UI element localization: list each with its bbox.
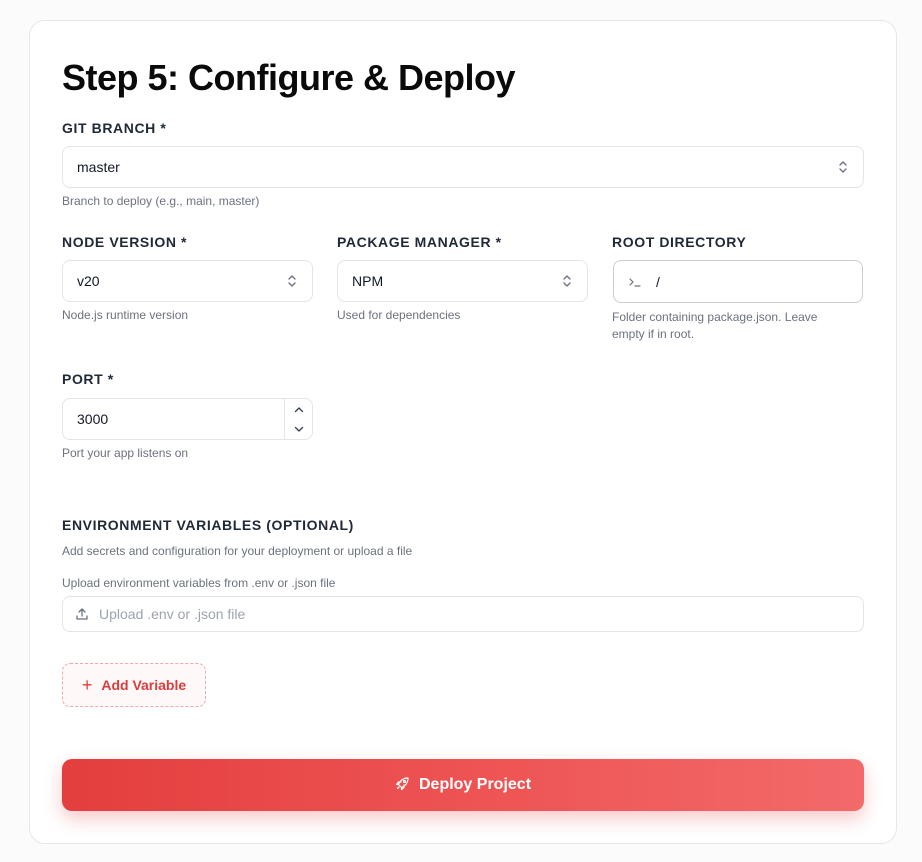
package-manager-value: NPM [352, 273, 384, 289]
port-increment-button[interactable] [285, 399, 312, 419]
node-version-select[interactable]: v20 [62, 260, 313, 302]
git-branch-label: GIT BRANCH * [62, 120, 167, 136]
deploy-config-card: Step 5: Configure & Deploy GIT BRANCH * … [29, 20, 897, 844]
env-upload-placeholder: Upload .env or .json file [99, 606, 246, 622]
node-version-value: v20 [77, 273, 100, 289]
port-decrement-button[interactable] [285, 419, 312, 439]
root-directory-help: Folder containing package.json. Leave em… [612, 310, 818, 341]
plus-icon: + [81, 675, 93, 695]
chevron-up-down-icon [561, 273, 573, 289]
add-variable-label: Add Variable [101, 677, 187, 693]
chevron-up-down-icon [837, 159, 849, 175]
upload-icon [75, 607, 89, 621]
package-manager-help: Used for dependencies [337, 308, 461, 322]
chevron-down-icon [294, 426, 303, 432]
root-directory-input[interactable]: / [613, 260, 863, 303]
package-manager-select[interactable]: NPM [337, 260, 588, 302]
port-help: Port your app listens on [62, 446, 189, 460]
git-branch-value: master [77, 159, 120, 175]
port-input[interactable]: 3000 [62, 398, 313, 440]
terminal-prompt-icon [628, 275, 642, 289]
env-upload-label: Upload environment variables from .env o… [62, 576, 336, 590]
deploy-project-button[interactable]: Deploy Project [62, 759, 864, 811]
chevron-up-down-icon [286, 273, 298, 289]
page-title: Step 5: Configure & Deploy [62, 57, 516, 98]
port-label: PORT * [62, 371, 114, 387]
rocket-icon [395, 776, 410, 791]
git-branch-help: Branch to deploy (e.g., main, master) [62, 194, 260, 208]
package-manager-label: PACKAGE MANAGER * [337, 234, 502, 250]
chevron-up-icon [294, 406, 303, 412]
env-vars-description: Add secrets and configuration for your d… [62, 544, 413, 558]
add-variable-button[interactable]: + Add Variable [62, 663, 206, 707]
git-branch-select[interactable]: master [62, 146, 864, 188]
node-version-help: Node.js runtime version [62, 308, 189, 322]
deploy-project-label: Deploy Project [418, 776, 532, 793]
port-stepper [284, 399, 312, 439]
env-upload-input[interactable]: Upload .env or .json file [62, 596, 864, 632]
node-version-label: NODE VERSION * [62, 234, 188, 250]
root-directory-label: ROOT DIRECTORY [612, 234, 747, 250]
env-vars-label: ENVIRONMENT VARIABLES (OPTIONAL) [62, 517, 354, 533]
port-value: 3000 [77, 411, 109, 427]
root-directory-value: / [656, 273, 660, 290]
